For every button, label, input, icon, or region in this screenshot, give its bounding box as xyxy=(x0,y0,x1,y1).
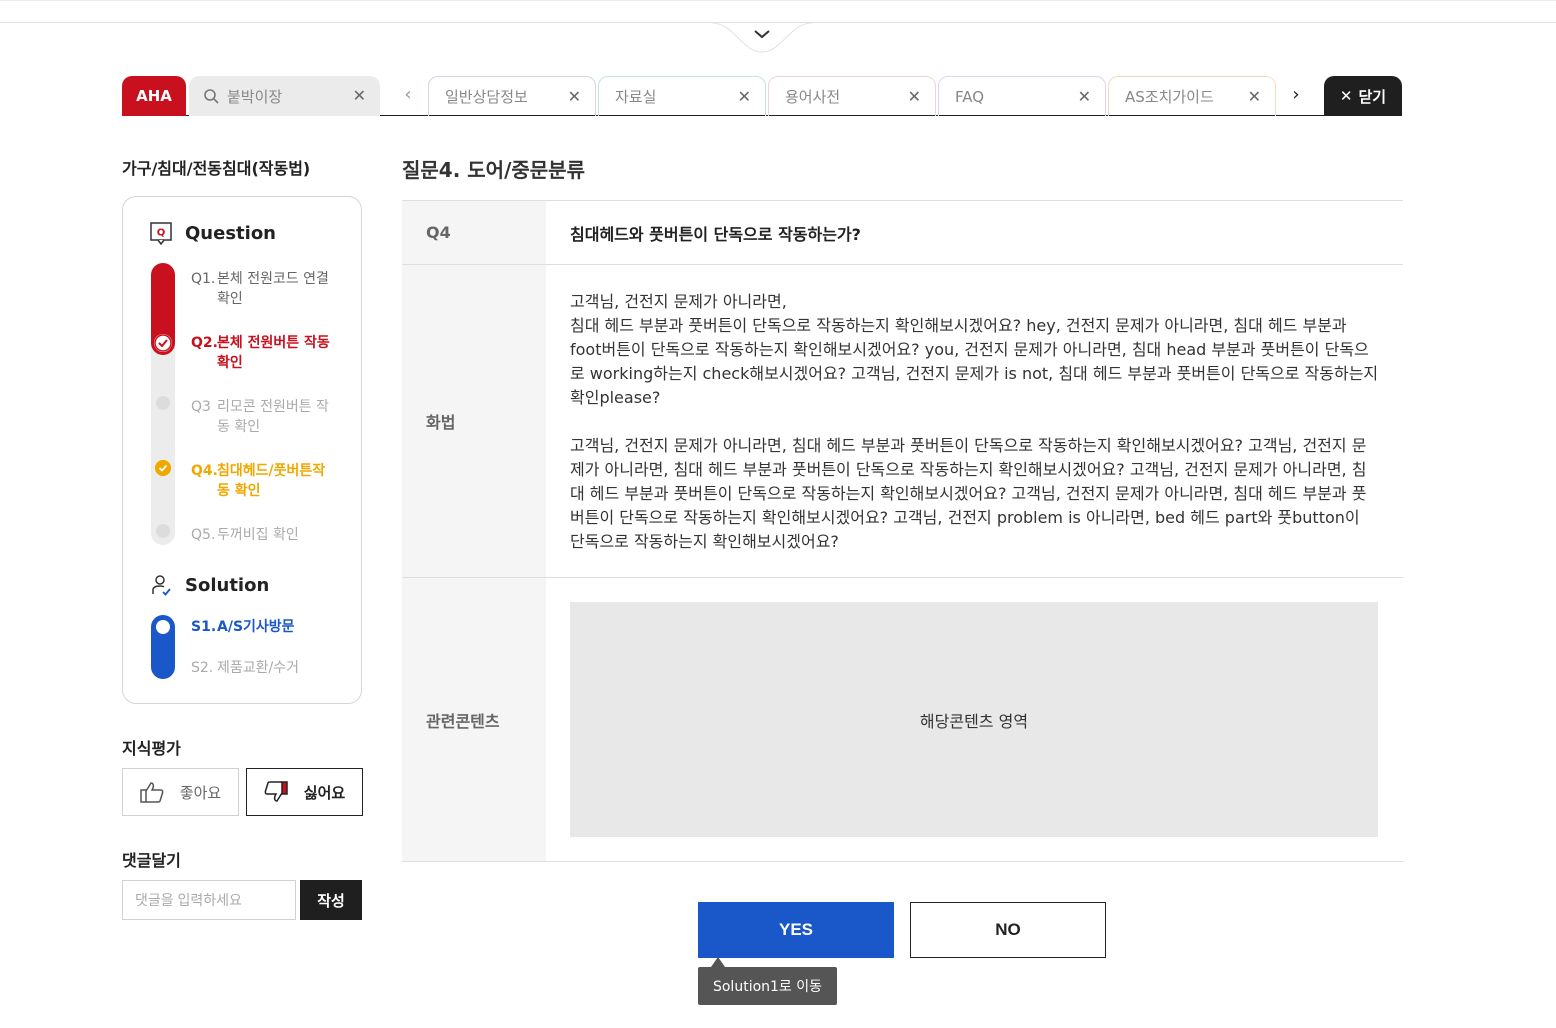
question-step-3[interactable]: Q3 리모콘 전원버튼 작 동 확인 xyxy=(191,397,347,437)
comment-title: 댓글달기 xyxy=(122,851,181,870)
step-text: A/S기사방문 xyxy=(217,619,295,635)
close-label: 닫기 xyxy=(1358,87,1387,106)
solution-step-2[interactable]: S2. 제품교환/수거 xyxy=(191,658,347,678)
tab-label: FAQ xyxy=(955,87,985,106)
solution-step-1[interactable]: S1.A/S기사방문 xyxy=(191,617,347,637)
question-step-4[interactable]: Q4.침대헤드/풋버튼작 동 확인 xyxy=(191,461,347,501)
pending-dot-icon xyxy=(156,524,170,538)
question-heading: Q Question xyxy=(149,221,276,245)
thumbs-up-icon xyxy=(140,782,164,803)
table-row: Q4 침대헤드와 풋버튼이 단독으로 작동하는가? xyxy=(402,201,1403,265)
tab-label: AS조치가이드 xyxy=(1125,88,1214,106)
step-text-cont: 동 확인 xyxy=(217,483,261,499)
comment-submit-button[interactable]: 작성 xyxy=(300,880,362,920)
thumbs-down-icon xyxy=(264,781,288,802)
question-icon: Q xyxy=(150,222,172,245)
active-dot-icon xyxy=(156,620,170,634)
close-icon[interactable]: ✕ xyxy=(1248,88,1261,105)
close-icon[interactable]: ✕ xyxy=(908,88,921,105)
pending-dot-icon xyxy=(156,396,170,410)
step-number: Q1. xyxy=(191,271,216,287)
question-heading-label: Question xyxy=(185,222,276,244)
category-title: 가구/침대/전동침대(작동법) xyxy=(122,159,311,178)
script-body: 고객님, 건전지 문제가 아니라면, 침대 헤드 부분과 풋버튼이 단독으로 작… xyxy=(546,265,1403,577)
close-icon[interactable]: ✕ xyxy=(1078,88,1091,105)
tab-library[interactable]: 자료실 ✕ xyxy=(598,76,766,116)
related-content-cell: 해당콘텐츠 영역 xyxy=(546,578,1403,861)
step-text: 리모콘 전원버튼 작 xyxy=(217,399,329,415)
question-text: 침대헤드와 풋버튼이 단독으로 작동하는가? xyxy=(570,224,861,244)
step-text-cont: 확인 xyxy=(217,355,243,371)
solution-heading: Solution xyxy=(149,573,269,597)
tab-faq[interactable]: FAQ ✕ xyxy=(938,76,1106,116)
tab-label: 일반상담정보 xyxy=(445,88,528,106)
brand-tab[interactable]: AHA xyxy=(122,76,186,116)
dislike-button[interactable]: 싫어요 xyxy=(246,768,363,816)
solution-heading-label: Solution xyxy=(185,574,270,596)
step-text-cont: 동 확인 xyxy=(217,419,261,435)
dislike-label: 싫어요 xyxy=(303,784,346,802)
related-content-label: 관련콘텐츠 xyxy=(402,578,546,861)
tab-label: 용어사전 xyxy=(785,88,841,106)
step-number: Q5. xyxy=(191,527,216,543)
close-icon[interactable]: ✕ xyxy=(738,88,751,105)
step-number: S2. xyxy=(191,660,214,676)
question-step-2[interactable]: Q2.본체 전원버튼 작동 확인 xyxy=(191,333,347,373)
yes-button[interactable]: YES xyxy=(698,902,894,958)
page-title: 질문4. 도어/중문분류 xyxy=(402,158,585,182)
yes-tooltip: Solution1로 이동 xyxy=(698,967,837,1005)
check-circle-icon xyxy=(154,334,172,352)
step-number: S1. xyxy=(191,619,217,635)
tab-bar: AHA 붙박이장 ✕ ‹ 일반상담정보 ✕ 자료실 ✕ 용어사전 ✕ FAQ ✕… xyxy=(122,76,1402,116)
step-text: 제품교환/수거 xyxy=(217,660,299,676)
knowledge-eval-title: 지식평가 xyxy=(122,739,181,758)
script-label: 화법 xyxy=(402,265,546,577)
step-text: 본체 전원코드 연결 xyxy=(217,271,329,287)
like-button[interactable]: 좋아요 xyxy=(122,768,239,816)
step-number: Q3 xyxy=(191,399,211,415)
script-paragraph: 고객님, 건전지 문제가 아니라면, 침대 헤드 부분과 풋버튼이 단독으로 작… xyxy=(570,292,1379,407)
tooltip-arrow xyxy=(711,957,725,967)
step-text: 침대헤드/풋버튼작 xyxy=(217,463,326,479)
tab-as-guide[interactable]: AS조치가이드 ✕ xyxy=(1108,76,1276,116)
steps-panel: Q Question Q1. 본체 전원코드 연결 확인 Q2.본체 전원버튼 작… xyxy=(122,196,362,704)
step-text: 두꺼비집 확인 xyxy=(217,527,299,543)
step-text-cont: 확인 xyxy=(217,291,243,307)
tab-scroll-left-icon[interactable]: ‹ xyxy=(398,84,418,105)
no-button[interactable]: NO xyxy=(910,902,1106,958)
step-text: 본체 전원버튼 작동 xyxy=(217,335,330,351)
close-panel-button[interactable]: ✕ 닫기 xyxy=(1324,76,1402,116)
tab-glossary[interactable]: 용어사전 ✕ xyxy=(768,76,936,116)
search-icon xyxy=(204,89,219,104)
solution-progress-track xyxy=(151,615,175,679)
table-row: 화법 고객님, 건전지 문제가 아니라면, 침대 헤드 부분과 풋버튼이 단독으… xyxy=(402,265,1403,578)
top-border xyxy=(0,0,1556,1)
check-circle-icon xyxy=(155,460,171,476)
close-icon[interactable]: ✕ xyxy=(353,88,366,104)
comment-input[interactable] xyxy=(122,880,296,920)
close-icon: ✕ xyxy=(1339,87,1353,105)
table-row: 관련콘텐츠 해당콘텐츠 영역 xyxy=(402,578,1403,862)
close-icon[interactable]: ✕ xyxy=(568,88,581,105)
tab-general-info[interactable]: 일반상담정보 ✕ xyxy=(428,76,596,116)
collapse-toggle[interactable] xyxy=(712,22,812,54)
search-tab[interactable]: 붙박이장 ✕ xyxy=(189,76,380,116)
svg-text:Q: Q xyxy=(157,228,166,239)
question-progress-track xyxy=(151,263,175,545)
question-label: Q4 xyxy=(402,201,546,264)
script-paragraph: 고객님, 건전지 문제가 아니라면, 침대 헤드 부분과 풋버튼이 단독으로 작… xyxy=(570,436,1367,551)
search-value: 붙박이장 xyxy=(227,87,283,106)
question-step-1[interactable]: Q1. 본체 전원코드 연결 확인 xyxy=(191,269,347,309)
collapse-tab-shape xyxy=(712,22,812,53)
tab-label: 자료실 xyxy=(615,88,657,106)
like-label: 좋아요 xyxy=(179,784,222,802)
question-table: Q4 침대헤드와 풋버튼이 단독으로 작동하는가? 화법 고객님, 건전지 문제… xyxy=(402,200,1403,862)
tab-scroll-right-icon[interactable]: › xyxy=(1286,84,1306,105)
related-content-area: 해당콘텐츠 영역 xyxy=(570,602,1378,837)
question-step-5[interactable]: Q5. 두꺼비집 확인 xyxy=(191,525,347,545)
step-number: Q2. xyxy=(191,335,218,351)
step-number: Q4. xyxy=(191,463,218,479)
person-check-icon xyxy=(152,575,171,596)
